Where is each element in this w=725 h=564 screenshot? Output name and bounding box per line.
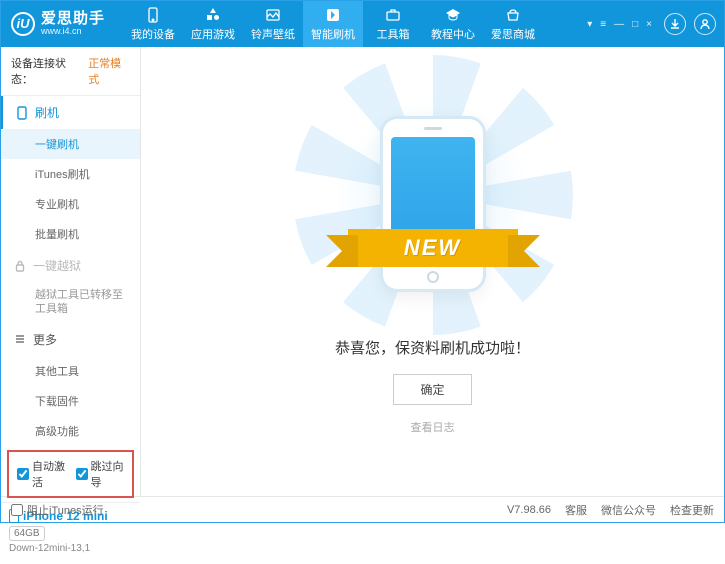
tab-toolbox[interactable]: 工具箱 (363, 1, 423, 47)
sidebar-item-batch-flash[interactable]: 批量刷机 (1, 219, 140, 249)
menu-icon (13, 332, 27, 346)
sys-minimize[interactable]: — (614, 19, 624, 30)
new-ribbon: NEW (348, 229, 518, 267)
checkbox-block-itunes[interactable]: 阻止iTunes运行 (11, 502, 104, 518)
sidebar-item-download-firmware[interactable]: 下载固件 (1, 386, 140, 416)
sidebar-section-jailbreak[interactable]: 一键越狱 (1, 249, 140, 282)
footer-link-wechat[interactable]: 微信公众号 (601, 502, 656, 518)
footer-link-support[interactable]: 客服 (565, 502, 587, 518)
section-label: 更多 (33, 331, 57, 348)
sidebar-item-pro-flash[interactable]: 专业刷机 (1, 189, 140, 219)
sidebar-item-other-tools[interactable]: 其他工具 (1, 356, 140, 386)
block-itunes-input[interactable] (11, 504, 23, 516)
apps-icon (204, 6, 222, 24)
tab-label: 应用游戏 (191, 26, 235, 42)
flash-device-icon (15, 106, 29, 120)
brand-url: www.i4.cn (41, 27, 105, 37)
tab-smart-flash[interactable]: 智能刷机 (303, 1, 363, 47)
account-button[interactable] (694, 13, 716, 35)
sys-dropdown[interactable]: ▾ (587, 19, 592, 30)
tab-label: 爱思商城 (491, 26, 535, 42)
skip-guide-input[interactable] (76, 468, 88, 480)
tab-store[interactable]: 爱思商城 (483, 1, 543, 47)
tab-label: 工具箱 (377, 26, 410, 42)
main-content: NEW 恭喜您，保资料刷机成功啦！ 确定 查看日志 (141, 47, 724, 496)
device-storage: 64GB (9, 526, 45, 541)
tab-label: 智能刷机 (311, 26, 355, 42)
sidebar-item-itunes-flash[interactable]: iTunes刷机 (1, 159, 140, 189)
sys-close[interactable]: × (646, 19, 652, 30)
device-model: Down-12mini-13,1 (9, 543, 132, 554)
flash-icon (324, 6, 342, 24)
sys-maximize[interactable]: □ (632, 19, 638, 30)
sidebar-item-oneclick-flash[interactable]: 一键刷机 (1, 129, 140, 159)
sidebar-section-more[interactable]: 更多 (1, 323, 140, 356)
nav-tabs: 我的设备 应用游戏 铃声壁纸 智能刷机 工具箱 教程中心 爱思商城 (123, 1, 543, 47)
store-icon (504, 6, 522, 24)
view-log-link[interactable]: 查看日志 (411, 419, 455, 435)
sidebar-item-advanced[interactable]: 高级功能 (1, 416, 140, 446)
titlebar: iU 爱思助手 www.i4.cn 我的设备 应用游戏 铃声壁纸 智能刷机 工具… (1, 1, 724, 47)
tab-label: 铃声壁纸 (251, 26, 295, 42)
tab-tutorials[interactable]: 教程中心 (423, 1, 483, 47)
success-illustration: NEW (358, 109, 508, 309)
section-label: 刷机 (35, 104, 59, 121)
ribbon-text: NEW (404, 235, 461, 261)
sidebar: 设备连接状态： 正常模式 刷机 一键刷机 iTunes刷机 专业刷机 批量刷机 … (1, 47, 141, 496)
checkbox-auto-activate[interactable]: 自动激活 (17, 458, 66, 490)
body: 设备连接状态： 正常模式 刷机 一键刷机 iTunes刷机 专业刷机 批量刷机 … (1, 47, 724, 496)
tab-my-device[interactable]: 我的设备 (123, 1, 183, 47)
sidebar-section-flash[interactable]: 刷机 (1, 96, 140, 129)
brand-text: 爱思助手 www.i4.cn (41, 11, 105, 37)
graduation-cap-icon (444, 6, 462, 24)
tab-apps-games[interactable]: 应用游戏 (183, 1, 243, 47)
lock-icon (13, 259, 27, 273)
status-mode: 正常模式 (88, 55, 130, 87)
success-message: 恭喜您，保资料刷机成功啦！ (335, 337, 530, 358)
tab-label: 教程中心 (431, 26, 475, 42)
version-label: V7.98.66 (507, 504, 551, 516)
sys-menu[interactable]: ≡ (600, 19, 606, 30)
tab-label: 我的设备 (131, 26, 175, 42)
status-label: 设备连接状态： (11, 55, 84, 87)
system-buttons: ▾ ≡ — □ × (587, 19, 652, 30)
logo-icon: iU (11, 12, 35, 36)
phone-icon (144, 6, 162, 24)
flash-items: 一键刷机 iTunes刷机 专业刷机 批量刷机 (1, 129, 140, 249)
brand-logo[interactable]: iU 爱思助手 www.i4.cn (11, 11, 105, 37)
footer-link-check-update[interactable]: 检查更新 (670, 502, 714, 518)
download-button[interactable] (664, 13, 686, 35)
wallpaper-icon (264, 6, 282, 24)
device-status: 设备连接状态： 正常模式 (1, 47, 140, 96)
brand-name: 爱思助手 (41, 11, 105, 28)
more-items: 其他工具 下载固件 高级功能 (1, 356, 140, 446)
jailbreak-note: 越狱工具已转移至 工具箱 (1, 282, 140, 323)
tab-ringtones[interactable]: 铃声壁纸 (243, 1, 303, 47)
section-label: 一键越狱 (33, 257, 81, 274)
sidebar-options: 自动激活 跳过向导 (7, 450, 134, 498)
toolbox-icon (384, 6, 402, 24)
ok-button[interactable]: 确定 (393, 374, 471, 405)
auto-activate-input[interactable] (17, 468, 29, 480)
titlebar-right: ▾ ≡ — □ × (587, 13, 716, 35)
checkbox-skip-guide[interactable]: 跳过向导 (76, 458, 125, 490)
